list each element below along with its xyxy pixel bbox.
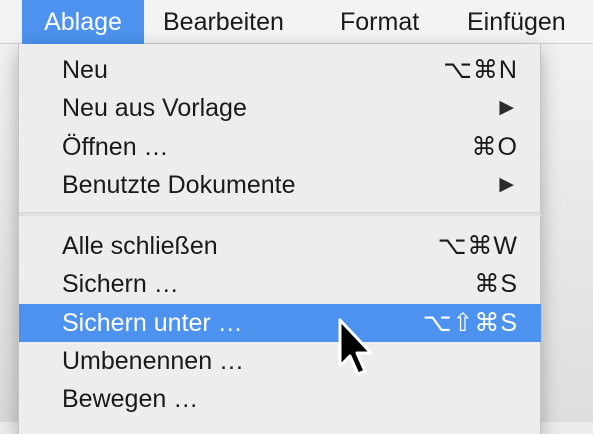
menu-item-shortcut: ⌘S xyxy=(474,270,518,298)
menu-bar: Ablage Bearbeiten Format Einfügen xyxy=(0,0,593,44)
menu-item-label: Neu aus Vorlage xyxy=(62,94,247,122)
menu-item-oeffnen[interactable]: Öffnen … ⌘O xyxy=(19,128,541,166)
menu-item-label: Sichern … xyxy=(62,270,179,298)
menu-item-benutzte-dokumente[interactable]: Benutzte Dokumente ▶ xyxy=(19,166,541,204)
menu-item-label: Neu xyxy=(62,56,108,84)
submenu-arrow-icon: ▶ xyxy=(499,174,514,195)
window-background-right xyxy=(541,44,593,422)
window-background-left xyxy=(0,44,18,422)
menu-item-shortcut: ⌥⌘W xyxy=(437,232,518,260)
menu-item-alle-schliessen[interactable]: Alle schließen ⌥⌘W xyxy=(19,227,541,265)
menu-item-neu[interactable]: Neu ⌥⌘N xyxy=(19,51,541,89)
menu-item-shortcut: ⌥⇧⌘S xyxy=(422,309,518,337)
menu-item-bewegen[interactable]: Bewegen … xyxy=(19,380,541,418)
menu-item-label: Benutzte Dokumente xyxy=(62,171,296,199)
menu-item-label: Sichern unter … xyxy=(62,309,243,337)
menu-item-label: Alle schließen xyxy=(62,232,218,260)
menubar-item-ablage[interactable]: Ablage xyxy=(22,0,144,44)
submenu-arrow-icon: ▶ xyxy=(499,97,514,118)
menu-item-shortcut: ⌘O xyxy=(471,133,518,161)
menu-item-label: Öffnen … xyxy=(62,133,169,161)
ablage-dropdown-menu: Neu ⌥⌘N Neu aus Vorlage ▶ Öffnen … ⌘O Be… xyxy=(18,44,541,434)
menu-item-label: Umbenennen … xyxy=(62,347,245,375)
menubar-item-format[interactable]: Format xyxy=(340,0,419,44)
menubar-item-einfuegen[interactable]: Einfügen xyxy=(467,0,566,44)
menu-item-label: Bewegen … xyxy=(62,385,199,413)
menubar-item-bearbeiten[interactable]: Bearbeiten xyxy=(163,0,284,44)
menu-item-sichern[interactable]: Sichern … ⌘S xyxy=(19,265,541,303)
menu-item-neu-aus-vorlage[interactable]: Neu aus Vorlage ▶ xyxy=(19,89,541,127)
menu-item-umbenennen[interactable]: Umbenennen … xyxy=(19,342,541,380)
menu-item-sichern-unter[interactable]: Sichern unter … ⌥⇧⌘S xyxy=(19,304,541,342)
menu-item-shortcut: ⌥⌘N xyxy=(443,56,518,84)
menu-separator xyxy=(19,212,541,216)
mouse-pointer-icon xyxy=(338,318,373,376)
